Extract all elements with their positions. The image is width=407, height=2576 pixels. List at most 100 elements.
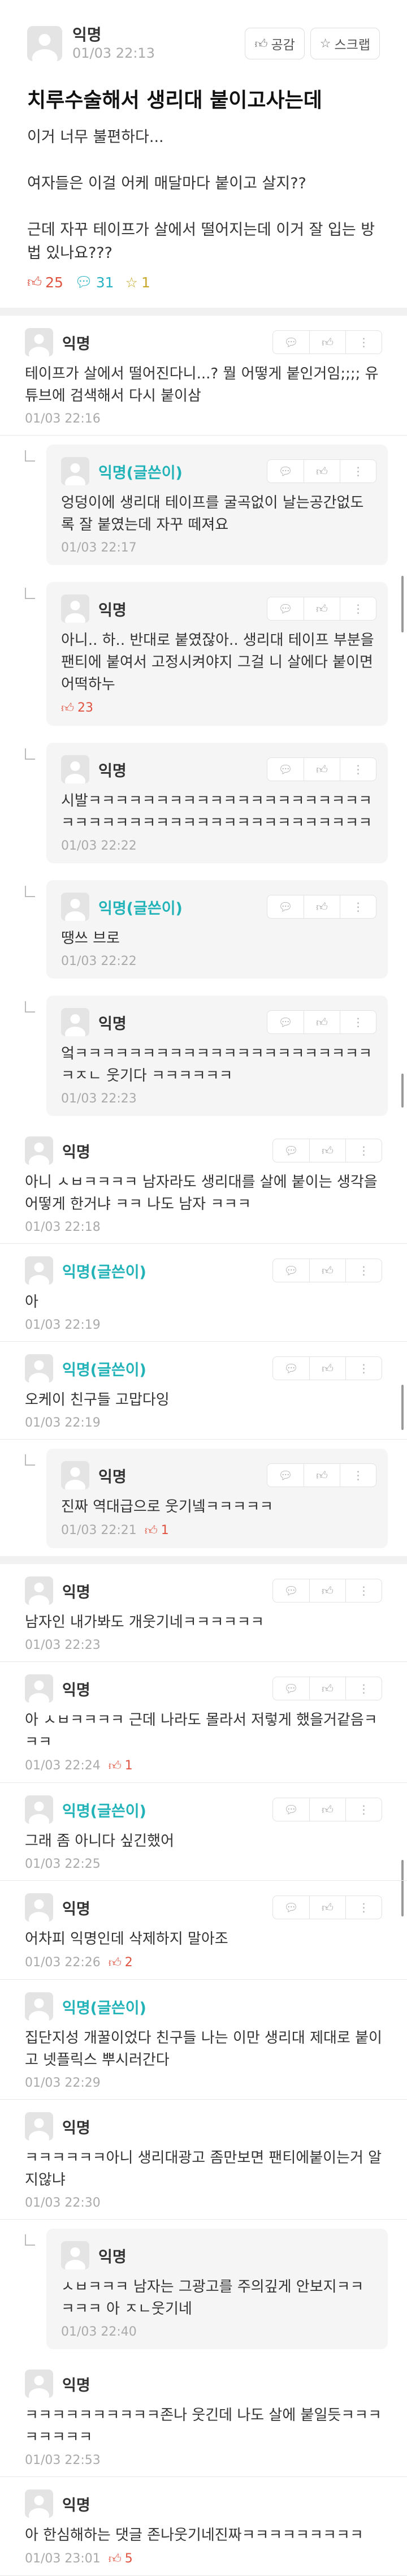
comment-actions[interactable]: 💬︎ 👍︎ ⋮: [272, 1259, 382, 1282]
comment-text: 엉덩이에 생리대 테이프를 굴곡없이 날는공간없도록 잘 붙였는데 자꾸 떼져요: [61, 494, 364, 533]
reply-icon[interactable]: 💬︎: [273, 1896, 309, 1919]
thumbs-up-icon[interactable]: 👍︎: [309, 1896, 345, 1919]
avatar: [25, 1354, 53, 1382]
comment-actions[interactable]: 💬︎ 👍︎ ⋮: [272, 1579, 382, 1603]
comment-header: 익명: [25, 2368, 382, 2399]
like-button[interactable]: 👍︎ 공감: [245, 28, 305, 59]
avatar: [25, 1136, 53, 1165]
comment-time: 01/03 22:23: [25, 1638, 101, 1652]
comment-time: 01/03 22:22: [61, 954, 137, 968]
comment-actions[interactable]: 💬︎ 👍︎ ⋮: [272, 1677, 382, 1700]
avatar: [25, 1795, 53, 1824]
comment-meta: 01/03 22:17: [61, 541, 376, 555]
thumbs-up-icon[interactable]: 👍︎: [309, 1579, 345, 1602]
more-vertical-icon[interactable]: ⋮: [345, 1259, 382, 1282]
comment-actions[interactable]: 💬︎ 👍︎ ⋮: [272, 330, 382, 354]
reply-icon[interactable]: 💬︎: [267, 758, 304, 781]
comment-item: 익명 💬︎ 👍︎ ⋮ 테이프가 살에서 떨어진다니...? 뭘 어떻게 붙인거임;;;;…: [0, 316, 407, 436]
comment-actions[interactable]: 💬︎ 👍︎ ⋮: [272, 1798, 382, 1821]
comment-time: 01/03 22:17: [61, 541, 137, 555]
comment-time: 01/03 22:18: [25, 1220, 101, 1234]
comment-actions[interactable]: 💬︎ 👍︎ ⋮: [267, 459, 376, 483]
comment-like-value: 2: [124, 1955, 133, 1970]
more-vertical-icon[interactable]: ⋮: [340, 758, 376, 781]
comment-header: 익명(글쓴이) 💬︎ 👍︎ ⋮: [61, 456, 376, 486]
more-vertical-icon[interactable]: ⋮: [345, 1798, 382, 1821]
more-vertical-icon[interactable]: ⋮: [345, 1139, 382, 1162]
comment-author: 익명: [98, 762, 127, 780]
more-vertical-icon[interactable]: ⋮: [340, 460, 376, 483]
more-vertical-icon[interactable]: ⋮: [340, 597, 376, 620]
thumbs-up-icon[interactable]: 👍︎: [309, 1677, 345, 1700]
thumbs-up-icon[interactable]: 👍︎: [309, 331, 345, 354]
more-vertical-icon[interactable]: ⋮: [345, 1579, 382, 1602]
reply-icon[interactable]: 💬︎: [267, 1011, 304, 1033]
thumbs-up-icon[interactable]: 👍︎: [309, 1139, 345, 1162]
comment-actions[interactable]: 💬︎ 👍︎ ⋮: [267, 1010, 376, 1034]
comment-meta: 01/03 22:26 👍︎ 2: [25, 1955, 382, 1970]
comment-author: 익명: [62, 335, 90, 353]
thumbs-up-icon[interactable]: 👍︎: [309, 1357, 345, 1380]
comment-item: 익명(글쓴이) 💬︎ 👍︎ ⋮ 오케이 친구들 고맙다잉 01/03 22:19: [0, 1342, 407, 1440]
more-vertical-icon[interactable]: ⋮: [345, 1357, 382, 1380]
comment-actions[interactable]: 💬︎ 👍︎ ⋮: [267, 597, 376, 621]
comment-time: 01/03 22:21: [61, 1523, 137, 1537]
reply-icon[interactable]: 💬︎: [273, 1798, 309, 1821]
comment-actions[interactable]: 💬︎ 👍︎ ⋮: [267, 895, 376, 919]
thumbs-up-icon[interactable]: 👍︎: [304, 1011, 340, 1033]
thumbs-up-icon[interactable]: 👍︎: [304, 895, 340, 918]
reply-icon[interactable]: 💬︎: [273, 1357, 309, 1380]
more-vertical-icon[interactable]: ⋮: [340, 1464, 376, 1487]
reply-icon[interactable]: 💬︎: [267, 1464, 304, 1487]
reply-icon[interactable]: 💬︎: [267, 460, 304, 483]
thumbs-up-icon[interactable]: 👍︎: [309, 1798, 345, 1821]
comment-actions[interactable]: 💬︎ 👍︎ ⋮: [272, 1139, 382, 1162]
comment-time: 01/03 22:19: [25, 1416, 101, 1430]
comment-actions[interactable]: 💬︎ 👍︎ ⋮: [267, 757, 376, 781]
comment-author: 익명(글쓴이): [98, 899, 183, 917]
comment-actions[interactable]: 💬︎ 👍︎ ⋮: [272, 1356, 382, 1380]
more-vertical-icon[interactable]: ⋮: [345, 1896, 382, 1919]
more-vertical-icon[interactable]: ⋮: [345, 1677, 382, 1700]
comment-text: ㅋㅋㅋㅋㅋㅋ아니 생리대광고 좀만보면 팬티에붙이는거 알지않냐: [25, 2149, 382, 2189]
comment-time: 01/03 22:22: [61, 839, 137, 853]
more-vertical-icon[interactable]: ⋮: [340, 895, 376, 918]
post-body: 이거 너무 불편하다... 여자들은 이걸 어케 매달마다 붙이고 살지?? 근…: [27, 128, 375, 262]
post-stats: 👍︎ 25 💬︎ 31 ☆ 1: [27, 274, 380, 291]
avatar: [27, 26, 62, 61]
reply-icon[interactable]: 💬︎: [267, 597, 304, 620]
comment-count-value: 31: [96, 274, 114, 291]
avatar: [61, 1008, 89, 1036]
thumbs-up-icon[interactable]: 👍︎: [304, 597, 340, 620]
thumbs-up-icon[interactable]: 👍︎: [304, 1464, 340, 1487]
comment-actions[interactable]: 💬︎ 👍︎ ⋮: [267, 1463, 376, 1487]
comment-author: 익명: [98, 601, 127, 619]
reply-item: 익명(글쓴이) 💬︎ 👍︎ ⋮ 엉덩이에 생리대 테이프를 굴곡없이 날는공간없도록 잘…: [0, 436, 407, 573]
comment-item: 익명 ㅋㅋㅋㅋㅋㅋ아니 생리대광고 좀만보면 팬티에붙이는거 알지않냐 01/03 …: [0, 2100, 407, 2220]
comment-author: 익명: [62, 2496, 90, 2514]
avatar: [25, 1992, 53, 2021]
reply-icon[interactable]: 💬︎: [273, 1259, 309, 1282]
reply-icon[interactable]: 💬︎: [273, 1139, 309, 1162]
thumbs-up-icon[interactable]: 👍︎: [304, 460, 340, 483]
thumbs-up-icon: 👍︎: [61, 701, 74, 716]
author-block: 익명 01/03 22:13: [72, 25, 239, 62]
comment-item: 익명(글쓴이) 집단지성 개꿀이었다 친구들 나는 이만 생리대 제대로 붙이고 …: [0, 1980, 407, 2100]
thumbs-up-icon[interactable]: 👍︎: [309, 1259, 345, 1282]
reply-icon[interactable]: 💬︎: [273, 1677, 309, 1700]
scrap-button[interactable]: ☆ 스크랩: [310, 28, 380, 59]
thumbs-up-icon[interactable]: 👍︎: [304, 758, 340, 781]
comment-text: 아니.. 하.. 반대로 붙였잖아.. 생리대 테이프 부분을 팬티에 붙여서 …: [61, 632, 374, 693]
reply-icon[interactable]: 💬︎: [273, 1579, 309, 1602]
reply-icon[interactable]: 💬︎: [273, 331, 309, 354]
comment-item: 익명 💬︎ 👍︎ ⋮ 아니 ㅅㅂㅋㅋㅋㅋ 남자라도 생리대를 살에 붙이는 생각을 어떻…: [0, 1124, 407, 1244]
thumbs-up-icon: 👍︎: [27, 274, 42, 290]
more-vertical-icon[interactable]: ⋮: [340, 1011, 376, 1033]
comment-time: 01/03 22:26: [25, 1955, 101, 1970]
comment-header: 익명(글쓴이): [25, 1991, 382, 2022]
reply-icon[interactable]: 💬︎: [267, 895, 304, 918]
more-vertical-icon[interactable]: ⋮: [345, 331, 382, 354]
reply-box: 익명 ㅅㅂㅋㅋㅋ 남자는 그광고를 주의깊게 안보지ㅋㅋㅋㅋㅋ 아 ㅈㄴ웃기네 01…: [46, 2229, 388, 2349]
comment-actions[interactable]: 💬︎ 👍︎ ⋮: [272, 1896, 382, 1919]
thumbs-up-icon: 👍︎: [108, 1759, 122, 1773]
